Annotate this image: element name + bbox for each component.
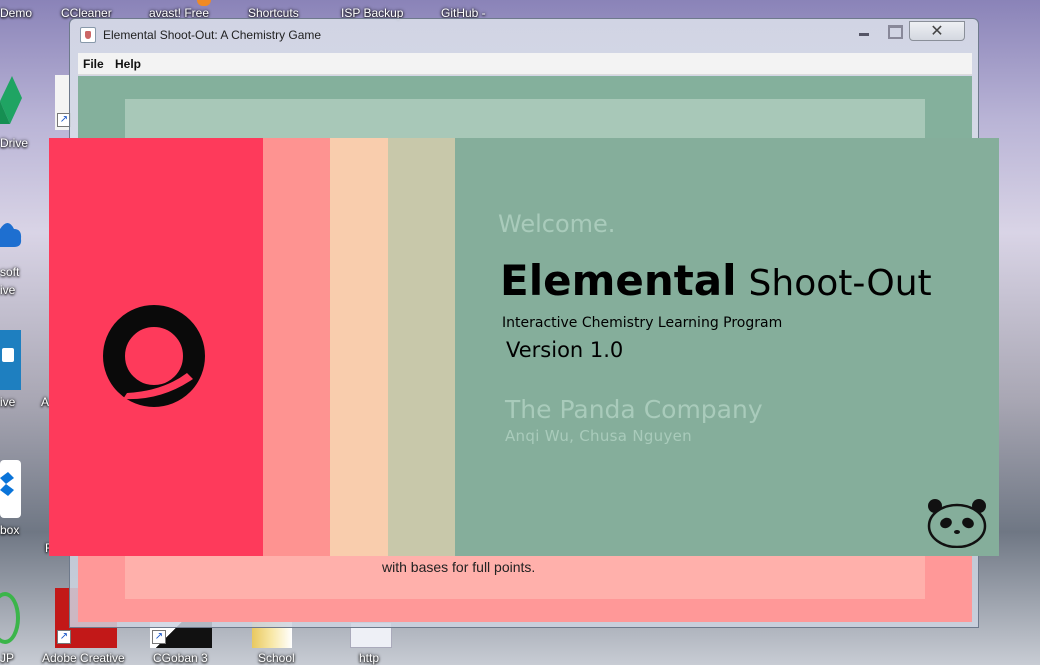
title-bold: Elemental	[500, 256, 737, 305]
java-icon	[80, 27, 96, 43]
desktop-label-adobe-creative[interactable]: Adobe Creative	[42, 651, 125, 665]
green-app-icon[interactable]	[0, 592, 20, 644]
desktop-label-http[interactable]: http	[359, 651, 379, 665]
menu-file[interactable]: File	[83, 57, 104, 71]
desktop-label-jp[interactable]: JP	[0, 651, 14, 665]
desktop-label-ive-1[interactable]: ive	[0, 283, 15, 297]
game-title: Elemental Shoot-Out	[500, 256, 932, 305]
instructions-text: with bases for full points.	[382, 559, 536, 575]
color-band-peach	[330, 138, 388, 556]
desktop-label-demo[interactable]: Demo	[0, 6, 32, 20]
desktop-label-cgoban[interactable]: CGoban 3	[153, 651, 208, 665]
content-panel-header	[125, 99, 925, 140]
authors: Anqi Wu, Chusa Nguyen	[505, 427, 692, 445]
ring-logo-icon	[103, 305, 205, 407]
desktop-app-icon-partial[interactable]: ↗	[55, 75, 71, 130]
close-icon: ✕	[930, 21, 944, 40]
menu-bar: File Help	[78, 53, 972, 75]
desktop-label-school[interactable]: School	[258, 651, 295, 665]
desktop-label-soft[interactable]: soft	[0, 265, 19, 279]
maximize-button[interactable]	[880, 21, 906, 41]
desktop-label-a[interactable]: A	[41, 395, 49, 409]
window-title: Elemental Shoot-Out: A Chemistry Game	[103, 28, 322, 42]
company-name: The Panda Company	[505, 395, 763, 424]
onedrive-icon[interactable]	[0, 217, 22, 251]
dropbox-icon[interactable]	[0, 460, 21, 518]
menu-help[interactable]: Help	[115, 57, 141, 71]
panda-icon	[927, 499, 987, 548]
blue-app-icon[interactable]	[0, 330, 21, 390]
close-button[interactable]: ✕	[909, 21, 965, 41]
color-band-salmon	[263, 138, 330, 556]
subtitle: Interactive Chemistry Learning Program	[502, 315, 783, 331]
splash-screen: Welcome. Elemental Shoot-Out Interactive …	[49, 138, 999, 556]
google-drive-icon[interactable]	[0, 76, 22, 126]
desktop-label-box[interactable]: box	[0, 523, 19, 537]
welcome-text: Welcome.	[498, 210, 616, 238]
version-label: Version 1.0	[506, 338, 624, 362]
title-rest: Shoot-Out	[748, 263, 932, 304]
color-band-khaki	[388, 138, 455, 556]
desktop-label-ive-2[interactable]: ive	[0, 395, 15, 409]
minimize-button[interactable]	[851, 21, 877, 41]
desktop-label-drive[interactable]: Drive	[0, 136, 28, 150]
